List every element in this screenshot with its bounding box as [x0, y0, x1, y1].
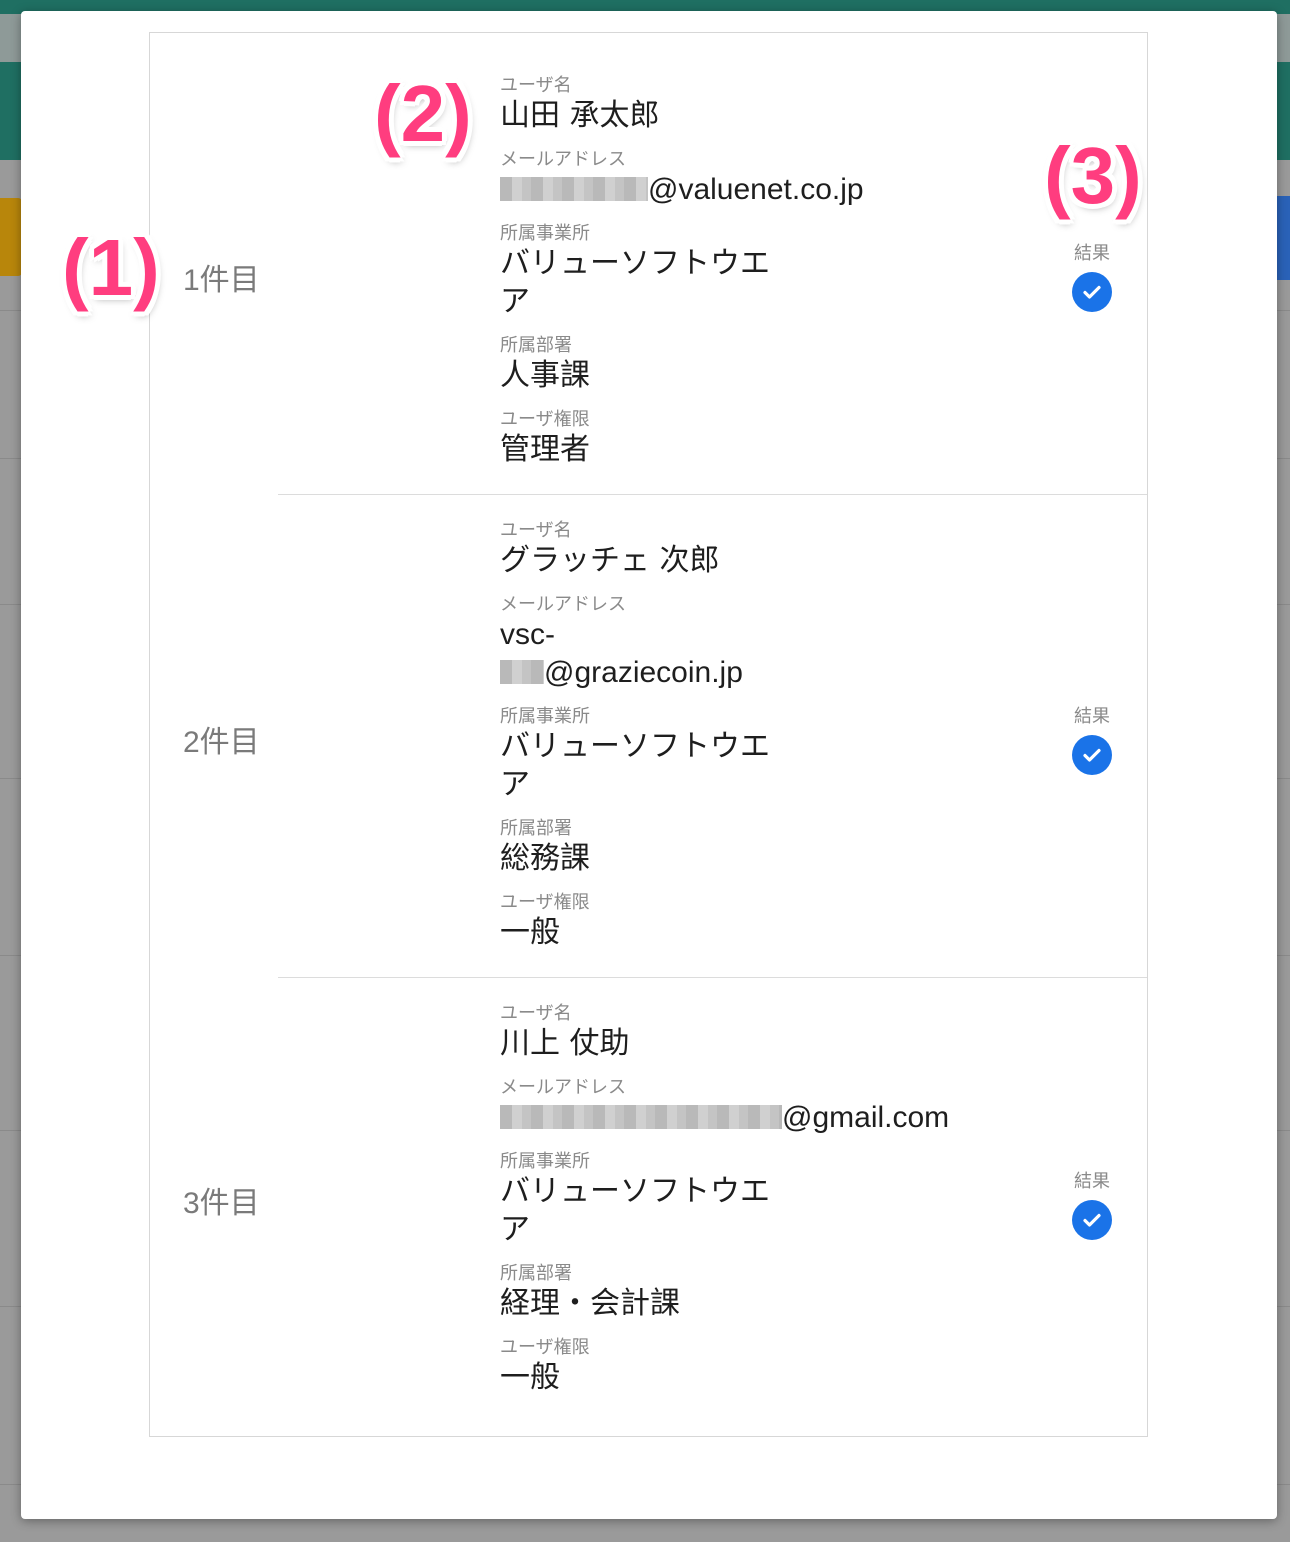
- email-domain: @graziecoin.jp: [544, 656, 743, 689]
- table-row: 3件目 ユーザ名 川上 仗助 メールアドレス @gmail.com 所属事業所 …: [150, 978, 1147, 1436]
- import-result-dialog: 1件目 ユーザ名 山田 承太郎 メールアドレス @valuenet.co.jp …: [21, 11, 1277, 1519]
- result-label: 結果: [1074, 243, 1110, 264]
- office-line: バリューソフトウエ: [500, 729, 770, 764]
- email-value: vsc- @graziecoin.jp: [500, 616, 980, 692]
- redacted-text: [500, 177, 648, 201]
- result-cell: 結果: [1050, 243, 1134, 312]
- user-fields: ユーザ名 山田 承太郎 メールアドレス @valuenet.co.jp 所属事業…: [500, 75, 980, 483]
- table-row: 2件目 ユーザ名 グラッチェ 次郎 メールアドレス vsc- @graziecoi…: [150, 495, 1147, 978]
- row-index-label: 3件目: [183, 1187, 260, 1220]
- check-circle-icon: [1072, 735, 1112, 775]
- background-action-button: [1276, 196, 1290, 280]
- email-label: メールアドレス: [500, 149, 626, 170]
- redacted-text: [500, 660, 544, 684]
- annotation-label: (2): [374, 69, 472, 158]
- annotation-label: (1): [62, 223, 160, 312]
- email-label: メールアドレス: [500, 1077, 626, 1098]
- annotation-label: (3): [1044, 131, 1142, 220]
- department-label: 所属部署: [500, 335, 572, 356]
- office-label: 所属事業所: [500, 706, 590, 727]
- office-line: バリューソフトウエ: [500, 1174, 770, 1209]
- office-value: バリューソフトウエア: [500, 1173, 980, 1249]
- email-value: @valuenet.co.jp: [500, 171, 980, 209]
- result-label: 結果: [1074, 1171, 1110, 1192]
- department-label: 所属部署: [500, 1263, 572, 1284]
- role-value: 一般: [500, 1360, 560, 1395]
- username-label: ユーザ名: [500, 75, 572, 96]
- result-table: 1件目 ユーザ名 山田 承太郎 メールアドレス @valuenet.co.jp …: [149, 32, 1148, 1437]
- role-value: 一般: [500, 915, 560, 950]
- office-line: ア: [500, 1212, 530, 1247]
- table-row: 1件目 ユーザ名 山田 承太郎 メールアドレス @valuenet.co.jp …: [150, 33, 1147, 495]
- office-label: 所属事業所: [500, 223, 590, 244]
- office-value: バリューソフトウエア: [500, 728, 980, 804]
- role-label: ユーザ権限: [500, 892, 590, 913]
- email-prefix: vsc-: [500, 618, 555, 651]
- department-value: 人事課: [500, 358, 590, 393]
- email-label: メールアドレス: [500, 594, 626, 615]
- office-line: ア: [500, 767, 530, 802]
- user-fields: ユーザ名 グラッチェ 次郎 メールアドレス vsc- @graziecoin.jp…: [500, 520, 980, 966]
- username-value: グラッチェ 次郎: [500, 543, 720, 578]
- background-home-button: [0, 198, 22, 276]
- row-index-label: 1件目: [183, 264, 260, 297]
- email-domain: @valuenet.co.jp: [648, 173, 864, 206]
- office-line: ア: [500, 284, 530, 319]
- office-label: 所属事業所: [500, 1151, 590, 1172]
- check-circle-icon: [1072, 1200, 1112, 1240]
- email-domain: @gmail.com: [782, 1101, 950, 1134]
- email-value: @gmail.com: [500, 1099, 980, 1137]
- department-value: 経理・会計課: [500, 1286, 680, 1321]
- result-label: 結果: [1074, 706, 1110, 727]
- redacted-text: [500, 1105, 782, 1129]
- user-fields: ユーザ名 川上 仗助 メールアドレス @gmail.com 所属事業所 バリュー…: [500, 1003, 980, 1411]
- department-label: 所属部署: [500, 818, 572, 839]
- username-value: 山田 承太郎: [500, 98, 660, 133]
- role-value: 管理者: [500, 432, 590, 467]
- role-label: ユーザ権限: [500, 409, 590, 430]
- row-index-label: 2件目: [183, 726, 260, 759]
- username-label: ユーザ名: [500, 1003, 572, 1024]
- department-value: 総務課: [500, 841, 590, 876]
- username-value: 川上 仗助: [500, 1026, 630, 1061]
- role-label: ユーザ権限: [500, 1337, 590, 1358]
- result-cell: 結果: [1050, 1171, 1134, 1240]
- result-cell: 結果: [1050, 706, 1134, 775]
- check-circle-icon: [1072, 272, 1112, 312]
- office-line: バリューソフトウエ: [500, 246, 770, 281]
- username-label: ユーザ名: [500, 520, 572, 541]
- office-value: バリューソフトウエア: [500, 245, 980, 321]
